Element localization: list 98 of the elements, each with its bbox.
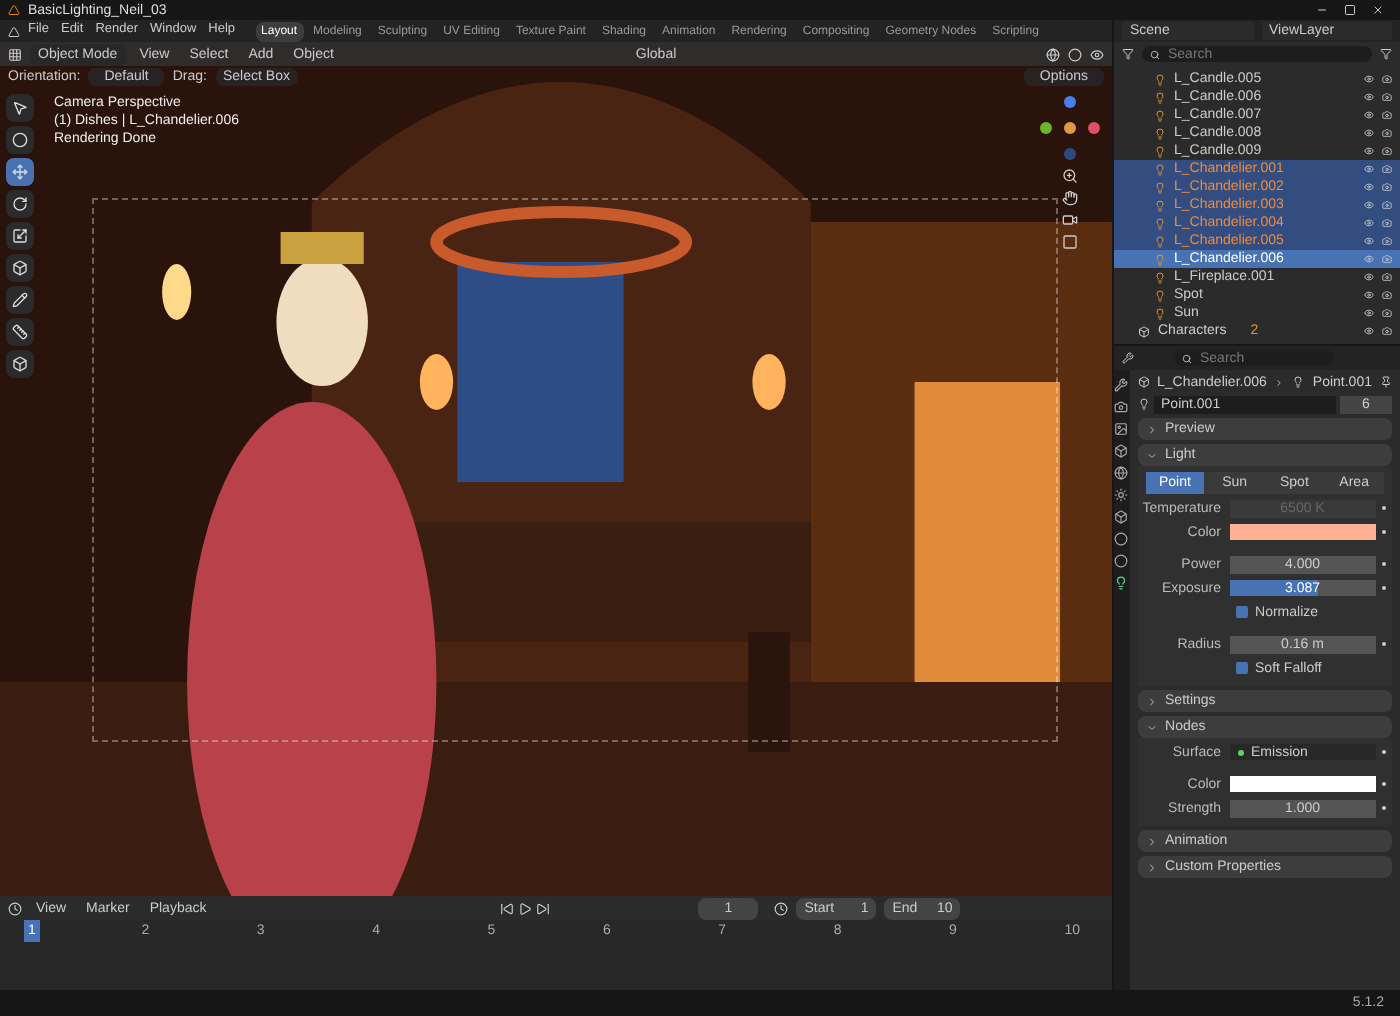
camera-icon[interactable]	[1114, 400, 1129, 414]
lightbulb-icon	[1154, 199, 1166, 211]
lightbulb-icon	[1154, 91, 1166, 103]
pin-icon[interactable]	[1380, 376, 1392, 388]
hand-icon[interactable]	[1062, 190, 1078, 206]
image-icon[interactable]	[1114, 422, 1129, 436]
circle-icon[interactable]	[1114, 554, 1129, 568]
camera-icon[interactable]	[1382, 326, 1392, 336]
filter-icon[interactable]	[1380, 48, 1392, 60]
eye-icon[interactable]	[1364, 326, 1374, 336]
camera-icon[interactable]	[1382, 290, 1392, 300]
shading-icon[interactable]	[1068, 47, 1082, 61]
search-icon	[1182, 353, 1192, 363]
shading-icon[interactable]	[1090, 47, 1104, 61]
lightbulb-icon	[1154, 127, 1166, 139]
eye-icon[interactable]	[1364, 92, 1374, 102]
checkbox[interactable]	[1235, 606, 1248, 618]
cube-icon[interactable]	[1114, 510, 1129, 524]
lightbulb-icon	[1154, 109, 1166, 121]
eye-icon[interactable]	[1364, 218, 1374, 228]
tool-button[interactable]	[6, 190, 34, 218]
jump-end-icon[interactable]	[536, 901, 551, 915]
eye-icon[interactable]	[1364, 128, 1374, 138]
lightbulb-icon	[1154, 235, 1166, 247]
eye-icon[interactable]	[1364, 308, 1374, 318]
tool-button[interactable]	[6, 286, 34, 314]
play-icon[interactable]	[518, 901, 533, 915]
eye-icon[interactable]	[1364, 110, 1374, 120]
zoom-icon[interactable]	[1062, 168, 1078, 184]
jump-start-icon[interactable]	[500, 901, 515, 915]
lightbulb-icon	[1154, 253, 1166, 265]
cube-icon	[1137, 376, 1150, 388]
lightbulb-icon	[1154, 73, 1166, 85]
chevron-icon	[1145, 695, 1158, 707]
lightbulb-icon	[1154, 217, 1166, 229]
clock-icon[interactable]	[774, 901, 789, 915]
camera-icon[interactable]	[1382, 308, 1392, 318]
eye-icon[interactable]	[1364, 272, 1374, 282]
wrench-icon[interactable]	[1114, 378, 1129, 392]
lightbulb-icon	[1154, 145, 1166, 157]
chevron-icon	[1145, 861, 1158, 873]
tool-button[interactable]	[6, 350, 34, 378]
cube-icon	[12, 260, 28, 276]
camera-icon[interactable]	[1062, 212, 1078, 228]
eye-icon[interactable]	[1364, 236, 1374, 246]
chevron-icon	[1145, 835, 1158, 847]
eye-icon[interactable]	[1364, 146, 1374, 156]
pencil-icon	[12, 292, 28, 308]
checkbox[interactable]	[1235, 662, 1248, 674]
collection-icon	[1138, 325, 1150, 337]
lightbulb-icon	[1154, 307, 1166, 319]
cube-icon[interactable]	[1114, 444, 1129, 458]
lightbulb-icon[interactable]	[1114, 576, 1129, 590]
sun-icon[interactable]	[1114, 488, 1129, 502]
camera-icon[interactable]	[1382, 92, 1392, 102]
chevron-icon	[1145, 721, 1158, 733]
chevron-icon	[1145, 449, 1158, 461]
globe-icon[interactable]	[1114, 466, 1129, 480]
tool-button[interactable]	[6, 222, 34, 250]
camera-icon[interactable]	[1382, 272, 1392, 282]
search-icon	[1150, 49, 1160, 59]
eye-icon[interactable]	[1364, 182, 1374, 192]
camera-icon[interactable]	[1382, 74, 1392, 84]
camera-icon[interactable]	[1382, 128, 1392, 138]
lightbulb-icon	[1292, 376, 1305, 388]
ruler-icon	[12, 324, 28, 340]
close-icon[interactable]	[1372, 4, 1384, 16]
maximize-icon[interactable]	[1344, 4, 1356, 16]
minimize-icon[interactable]	[1316, 4, 1328, 16]
tool-button[interactable]	[6, 318, 34, 346]
eye-icon[interactable]	[1364, 164, 1374, 174]
lightbulb-icon[interactable]	[1137, 398, 1150, 410]
circle-icon[interactable]	[1114, 532, 1129, 546]
camera-icon[interactable]	[1382, 110, 1392, 120]
cube-icon	[12, 356, 28, 372]
tool-button[interactable]	[6, 94, 34, 122]
navigation-gizmo-icon[interactable]	[1036, 94, 1104, 162]
color-swatch[interactable]	[1229, 776, 1376, 792]
tool-button[interactable]	[6, 254, 34, 282]
color-swatch[interactable]	[1229, 524, 1376, 540]
move-icon	[12, 164, 28, 180]
tool-button[interactable]	[6, 158, 34, 186]
circle-icon	[12, 132, 28, 148]
scale-icon	[12, 228, 28, 244]
eye-icon[interactable]	[1364, 200, 1374, 210]
lightbulb-icon	[1154, 181, 1166, 193]
chevron-icon	[1274, 377, 1285, 387]
rotate-icon	[12, 196, 28, 212]
lightbulb-icon	[1154, 271, 1166, 283]
eye-icon[interactable]	[1364, 74, 1374, 84]
eye-icon[interactable]	[1364, 290, 1374, 300]
lightbulb-icon	[1154, 163, 1166, 175]
overlay-icon[interactable]	[1046, 47, 1060, 61]
cursor-icon	[12, 100, 28, 116]
chevron-icon	[1145, 423, 1158, 435]
lightbulb-icon	[1154, 289, 1166, 301]
tool-button[interactable]	[6, 126, 34, 154]
camera-icon[interactable]	[1382, 146, 1392, 156]
